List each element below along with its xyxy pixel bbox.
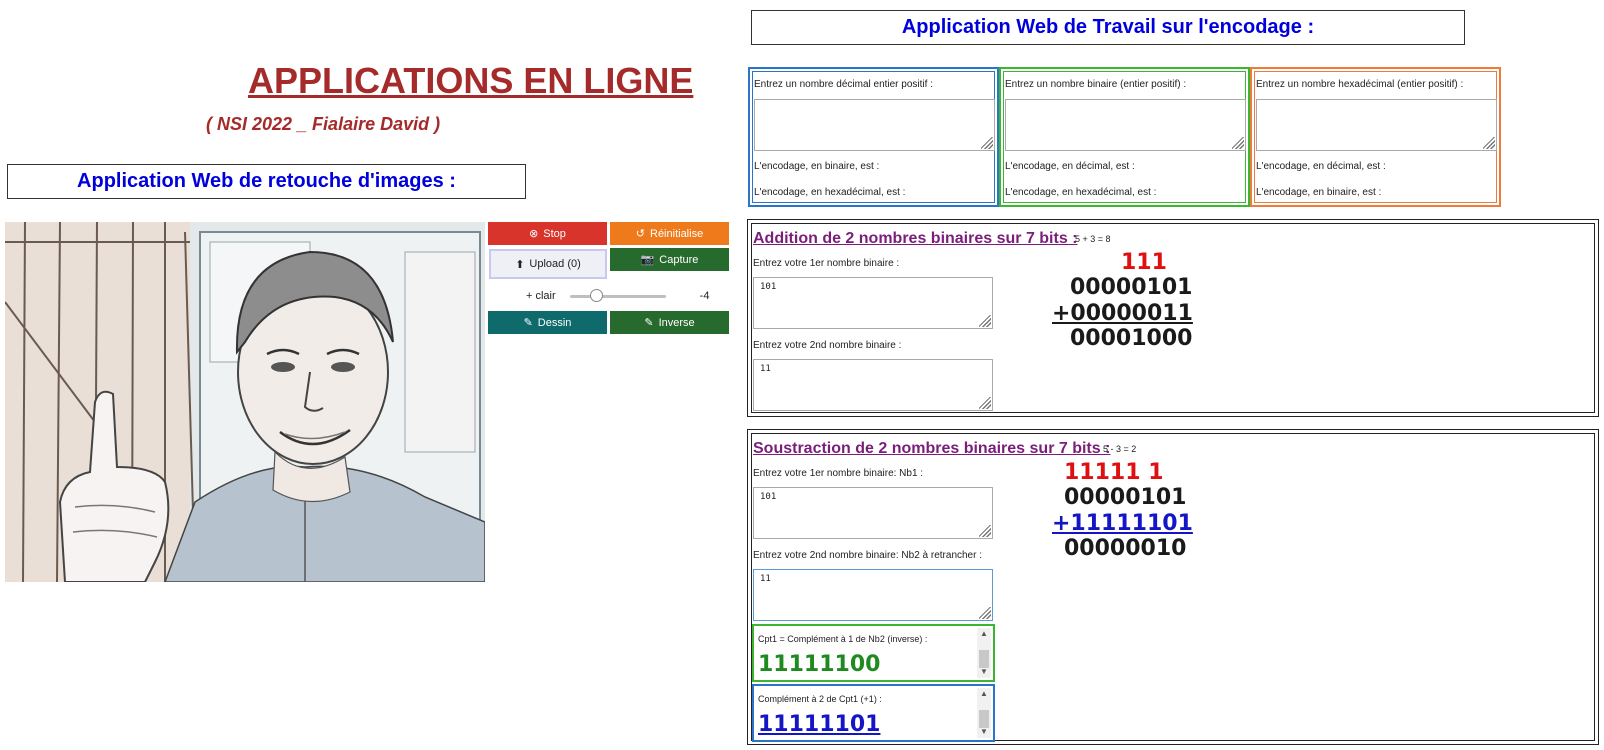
subtraction-input-1[interactable]: 101 bbox=[753, 487, 993, 539]
undo-icon: ↺ bbox=[635, 228, 645, 240]
webcam-image bbox=[5, 222, 485, 582]
subtraction-title: Soustraction de 2 nombres binaires sur 7… bbox=[753, 440, 1111, 457]
resize-grip-icon[interactable] bbox=[979, 397, 991, 409]
page-title: APPLICATIONS EN LIGNE bbox=[248, 60, 694, 101]
stop-label: Stop bbox=[543, 227, 566, 240]
circle-x-icon: ⊗ bbox=[529, 228, 539, 240]
subtraction-input-2-value: 11 bbox=[760, 574, 771, 584]
upload-label: Upload (0) bbox=[529, 258, 581, 270]
subtraction-result: 00000010 bbox=[1064, 536, 1187, 561]
complement-1-value: 11111100 bbox=[758, 652, 881, 677]
complement-1-label: Cpt1 = Complément à 1 de Nb2 (inverse) : bbox=[758, 634, 928, 644]
decimal-out-binary: L'encodage, en binaire, est : bbox=[754, 161, 880, 172]
hex-out-decimal: L'encodage, en décimal, est : bbox=[1256, 161, 1386, 172]
binary-prompt: Entrez un nombre binaire (entier positif… bbox=[1005, 79, 1187, 90]
subtraction-panel: Soustraction de 2 nombres binaires sur 7… bbox=[747, 429, 1599, 745]
complement-2-label: Complément à 2 de Cpt1 (+1) : bbox=[758, 694, 882, 704]
subtraction-label-2: Entrez votre 2nd nombre binaire: Nb2 à r… bbox=[753, 550, 983, 561]
addition-result: 00001000 bbox=[1070, 326, 1193, 351]
decimal-input[interactable] bbox=[754, 99, 995, 151]
binary-input[interactable] bbox=[1005, 99, 1246, 151]
binary-out-hex: L'encodage, en hexadécimal, est : bbox=[1005, 187, 1157, 198]
chevron-down-icon[interactable]: ▼ bbox=[979, 668, 989, 676]
addition-operand-1: 00000101 bbox=[1070, 275, 1193, 300]
complement-2-value: 11111101 bbox=[758, 712, 881, 737]
decimal-out-hex: L'encodage, en hexadécimal, est : bbox=[754, 187, 906, 198]
capture-button[interactable]: 📷 Capture bbox=[610, 248, 729, 271]
complement-1-box[interactable]: Cpt1 = Complément à 1 de Nb2 (inverse) :… bbox=[752, 624, 995, 682]
chevron-down-icon[interactable]: ▼ bbox=[979, 728, 989, 736]
complement-2-scrollbar[interactable]: ▲ ▼ bbox=[977, 688, 991, 738]
scroll-thumb[interactable] bbox=[979, 710, 989, 728]
hex-input[interactable] bbox=[1256, 99, 1497, 151]
addition-input-2[interactable]: 11 bbox=[753, 359, 993, 411]
resize-grip-icon[interactable] bbox=[979, 525, 991, 537]
brightness-slider[interactable] bbox=[569, 288, 666, 302]
resize-grip-icon[interactable] bbox=[1232, 137, 1244, 149]
resize-grip-icon[interactable] bbox=[979, 607, 991, 619]
capture-label: Capture bbox=[659, 253, 699, 266]
encoding-app-title: Application Web de Travail sur l'encodag… bbox=[751, 10, 1465, 45]
hex-out-binary: L'encodage, en binaire, est : bbox=[1256, 187, 1382, 198]
resize-grip-icon[interactable] bbox=[979, 315, 991, 327]
page-subtitle: ( NSI 2022 _ Fialaire David ) bbox=[206, 114, 441, 134]
brightness-value: -4 bbox=[699, 290, 710, 302]
addition-label-2: Entrez votre 2nd nombre binaire : bbox=[753, 340, 902, 351]
reset-button[interactable]: ↺ Réinitialise bbox=[610, 222, 729, 245]
inverse-label: Inverse bbox=[658, 316, 695, 329]
decimal-panel: Entrez un nombre décimal entier positif … bbox=[748, 67, 999, 207]
pencil-icon: ✎ bbox=[523, 317, 533, 329]
draw-label: Dessin bbox=[537, 316, 572, 329]
brightness-slider-row: + clair -4 bbox=[526, 288, 726, 304]
binary-panel: Entrez un nombre binaire (entier positif… bbox=[999, 67, 1250, 207]
addition-input-1[interactable]: 101 bbox=[753, 277, 993, 329]
image-app-title: Application Web de retouche d'images : bbox=[7, 164, 526, 199]
subtraction-input-1-value: 101 bbox=[760, 492, 777, 502]
complement-2-box[interactable]: Complément à 2 de Cpt1 (+1) : 11111101 ▲… bbox=[752, 684, 995, 742]
addition-panel: Addition de 2 nombres binaires sur 7 bit… bbox=[747, 219, 1599, 417]
decimal-prompt: Entrez un nombre décimal entier positif … bbox=[754, 79, 933, 90]
hex-prompt: Entrez un nombre hexadécimal (entier pos… bbox=[1256, 79, 1464, 90]
addition-carry: 111 bbox=[1121, 250, 1167, 275]
subtraction-carry: 11111 1 bbox=[1064, 460, 1164, 485]
subtraction-operand-2: +11111101 bbox=[1052, 511, 1193, 536]
complement-1-scrollbar[interactable]: ▲ ▼ bbox=[977, 628, 991, 678]
brightness-slider-label: + clair bbox=[526, 290, 556, 302]
resize-grip-icon[interactable] bbox=[1483, 137, 1495, 149]
subtraction-input-2[interactable]: 11 bbox=[753, 569, 993, 621]
camera-icon: 📷 bbox=[640, 254, 655, 266]
subtraction-operand-1: 00000101 bbox=[1064, 485, 1187, 510]
addition-input-2-value: 11 bbox=[760, 364, 771, 374]
pencil-icon: ✎ bbox=[644, 317, 654, 329]
chevron-up-icon[interactable]: ▲ bbox=[979, 690, 989, 698]
chevron-up-icon[interactable]: ▲ bbox=[979, 630, 989, 638]
addition-input-1-value: 101 bbox=[760, 282, 777, 292]
draw-button[interactable]: ✎ Dessin bbox=[488, 311, 607, 334]
inverse-button[interactable]: ✎ Inverse bbox=[610, 311, 729, 334]
addition-title: Addition de 2 nombres binaires sur 7 bit… bbox=[753, 230, 1078, 247]
webcam-photo-illustration bbox=[5, 222, 485, 582]
binary-out-decimal: L'encodage, en décimal, est : bbox=[1005, 161, 1135, 172]
scroll-thumb[interactable] bbox=[979, 650, 989, 668]
subtraction-hint: 5 - 3 = 2 bbox=[1103, 444, 1137, 454]
upload-icon: ⬆ bbox=[515, 258, 525, 271]
stop-button[interactable]: ⊗ Stop bbox=[488, 222, 607, 245]
reset-label: Réinitialise bbox=[650, 227, 704, 240]
resize-grip-icon[interactable] bbox=[981, 137, 993, 149]
addition-label-1: Entrez votre 1er nombre binaire : bbox=[753, 258, 900, 269]
addition-operand-2: +00000011 bbox=[1052, 301, 1193, 326]
subtraction-label-1: Entrez votre 1er nombre binaire: Nb1 : bbox=[753, 468, 924, 479]
brightness-slider-thumb[interactable] bbox=[590, 288, 604, 302]
hex-panel: Entrez un nombre hexadécimal (entier pos… bbox=[1250, 67, 1501, 207]
upload-button[interactable]: ⬆ Upload (0) bbox=[489, 249, 607, 279]
addition-hint: 5 + 3 = 8 bbox=[1075, 234, 1111, 244]
